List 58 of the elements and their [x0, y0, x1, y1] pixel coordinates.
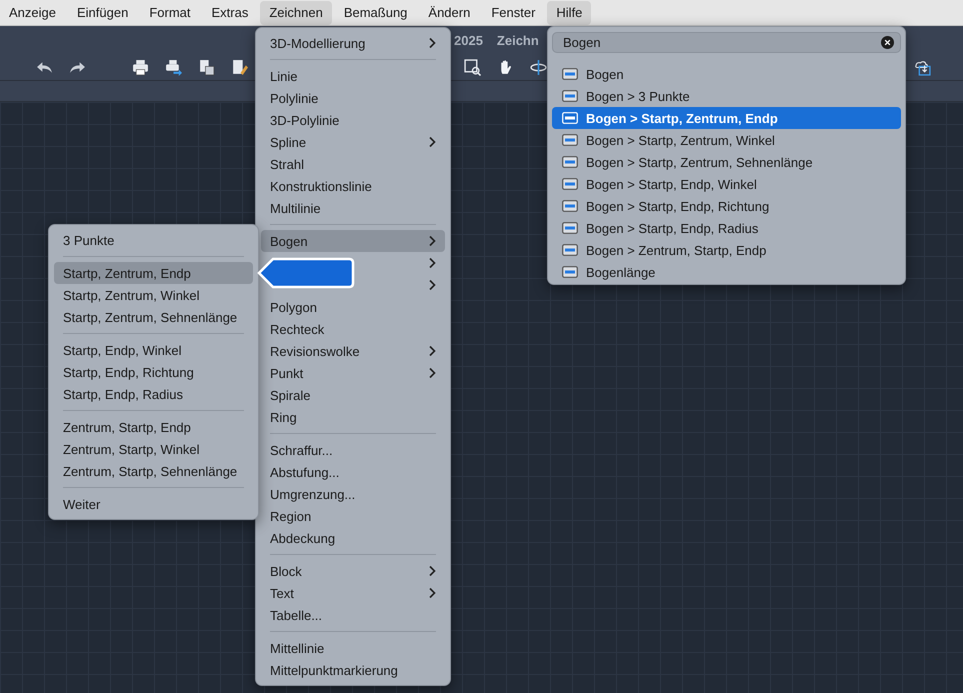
menu-item[interactable]: Mittellinie [261, 637, 445, 659]
search-result[interactable]: Bogen > Startp, Endp, Winkel [552, 173, 901, 195]
window-title: 2025 [454, 32, 483, 48]
menu-item[interactable]: Startp, Endp, Radius [54, 383, 253, 405]
menu-item[interactable]: Ring [261, 406, 445, 428]
menu-item[interactable]: 3D-Modellierung [261, 32, 445, 54]
menu-item[interactable]: Spirale [261, 384, 445, 406]
menu-item[interactable]: Abstufung... [261, 461, 445, 483]
search-result[interactable]: Bogen > 3 Punkte [552, 85, 901, 107]
menu-bar-item[interactable]: Extras [202, 0, 258, 24]
menu-item[interactable]: Zentrum, Startp, Sehnenlänge [54, 460, 253, 482]
menu-item[interactable]: Konstruktionslinie [261, 175, 445, 197]
menu-item[interactable]: Schraffur... [261, 439, 445, 461]
menu-item[interactable]: Zentrum, Startp, Endp [54, 416, 253, 438]
menu-item[interactable]: Startp, Endp, Richtung [54, 361, 253, 383]
menu-bar-item[interactable]: Bemaßung [334, 0, 416, 24]
search-result[interactable]: Bogenlänge [552, 261, 901, 283]
search-result[interactable]: Bogen > Startp, Endp, Richtung [552, 195, 901, 217]
menu-bar-item[interactable]: Ändern [419, 0, 480, 24]
search-field[interactable]: Bogen [552, 32, 901, 53]
menu-bar-item[interactable]: Zeichnen [260, 0, 332, 24]
menu-item[interactable]: Startp, Endp, Winkel [54, 339, 253, 361]
search-result[interactable]: Bogen [552, 63, 901, 85]
menu-item[interactable]: Startp, Zentrum, Winkel [54, 284, 253, 306]
menu-item[interactable]: Spline [261, 131, 445, 153]
search-result[interactable]: Bogen > Startp, Endp, Radius [552, 217, 901, 239]
search-result[interactable]: Bogen > Startp, Zentrum, Sehnenlänge [552, 151, 901, 173]
menu-bar-item[interactable]: Anzeige [0, 0, 65, 24]
menu-item[interactable]: Polylinie [261, 87, 445, 109]
menu-item[interactable]: Bogen [261, 230, 445, 252]
menu-item[interactable]: Weiter [54, 493, 253, 515]
menu-item[interactable]: 3D-Polylinie [261, 109, 445, 131]
search-result[interactable]: Bogen > Startp, Zentrum, Endp [552, 107, 901, 129]
menu-item[interactable]: Revisionswolke [261, 340, 445, 362]
search-result[interactable]: Bogen > Zentrum, Startp, Endp [552, 239, 901, 261]
menu-bar-item[interactable]: Format [140, 0, 200, 24]
menu-bar-item[interactable]: Einfügen [68, 0, 138, 24]
menu-item[interactable]: Rechteck [261, 318, 445, 340]
menu-item[interactable]: Linie [261, 65, 445, 87]
menu-item[interactable]: Region [261, 505, 445, 527]
menu-item[interactable]: Mittelpunktmarkierung [261, 659, 445, 681]
menu-item[interactable]: Startp, Zentrum, Endp [54, 262, 253, 284]
menu-item[interactable]: Text [261, 582, 445, 604]
menu-item[interactable]: Multilinie [261, 197, 445, 219]
menu-item[interactable]: Block [261, 560, 445, 582]
menu-item[interactable]: Tabelle... [261, 604, 445, 626]
menu-item[interactable]: Polygon [261, 296, 445, 318]
menu-item[interactable]: Abdeckung [261, 527, 445, 549]
menu-item[interactable]: Punkt [261, 362, 445, 384]
menu-item[interactable]: Zentrum, Startp, Winkel [54, 438, 253, 460]
menu-bar-item[interactable]: Fenster [482, 0, 544, 24]
menu-item[interactable]: Startp, Zentrum, Sehnenlänge [54, 306, 253, 328]
search-result[interactable]: Bogen > Startp, Zentrum, Winkel [552, 129, 901, 151]
menu-item[interactable]: Strahl [261, 153, 445, 175]
window-title: Zeichn [496, 32, 539, 48]
menu-item[interactable]: Umgrenzung... [261, 483, 445, 505]
menu-item[interactable]: 3 Punkte [54, 229, 253, 251]
menu-bar-item[interactable]: Hilfe [547, 0, 592, 24]
